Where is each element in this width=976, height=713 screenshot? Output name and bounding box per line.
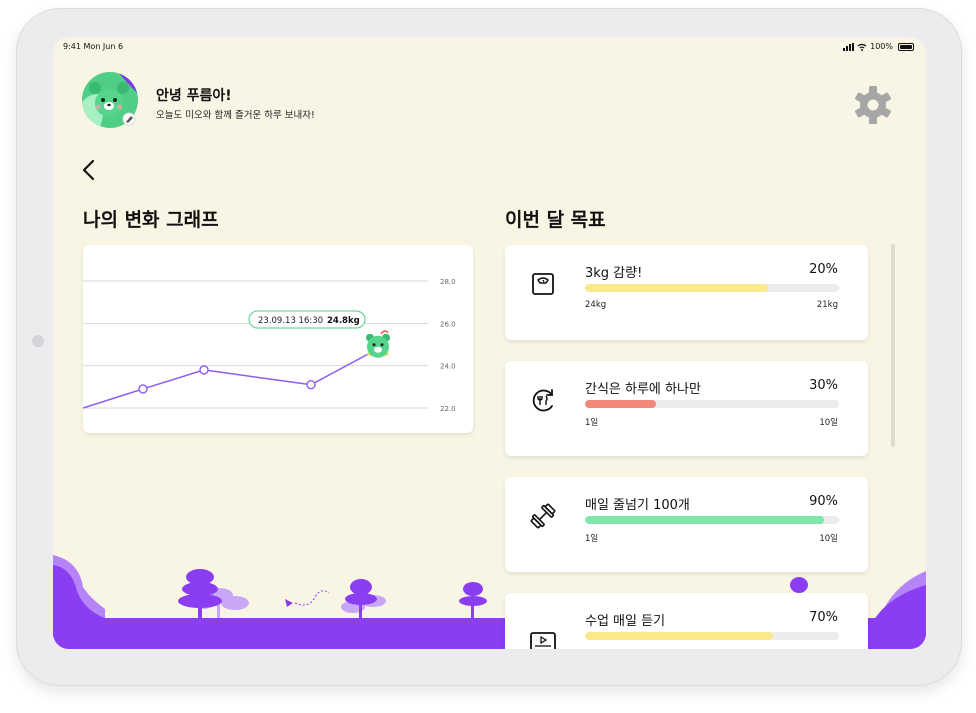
- battery-icon: [898, 42, 914, 51]
- goal-percent: 90%: [809, 494, 838, 509]
- line-chart: 28.0 26.0 24.0 22.0 23.09.13 16:30 24.8kg: [82, 278, 456, 413]
- video-lesson-icon: [530, 632, 556, 649]
- goal-title: 3kg 감량!: [585, 266, 643, 281]
- goal-card[interactable]: 간식은 하루에 하나만 30% 1일 10일: [505, 361, 868, 456]
- tooltip-value: 24.8kg: [327, 316, 360, 326]
- gear-icon[interactable]: [853, 85, 893, 125]
- status-date: Mon Jun 6: [83, 42, 124, 51]
- goal-progress-bar: [585, 284, 839, 292]
- avatar[interactable]: [82, 72, 138, 128]
- goal-title: 수업 매일 듣기: [585, 614, 666, 629]
- app-screen: 9:41 Mon Jun 6 100% 안녕 푸름아! 오늘도 미오와 함께 즐…: [53, 37, 926, 649]
- data-point: [199, 365, 209, 375]
- y-tick-label: 22.0: [440, 405, 456, 413]
- goal-progress-fill: [585, 400, 657, 408]
- status-right: 100%: [843, 42, 914, 51]
- y-tick-label: 26.0: [440, 320, 456, 328]
- camera-dot: [32, 335, 44, 347]
- goal-end-label: 10일: [819, 418, 838, 428]
- snack-clock-icon: [532, 389, 553, 412]
- goal-percent: 20%: [809, 262, 838, 277]
- goal-card[interactable]: 3kg 감량! 20% 24kg 21kg: [505, 245, 868, 340]
- graph-card: 28.0 26.0 24.0 22.0 23.09.13 16:30 24.8kg: [82, 245, 473, 433]
- goal-percent: 30%: [809, 378, 838, 393]
- goal-title: 간식은 하루에 하나만: [585, 382, 701, 397]
- back-chevron-icon[interactable]: [79, 157, 99, 183]
- signal-icon: [843, 42, 855, 51]
- status-time: 9:41: [63, 42, 81, 51]
- status-bar: 9:41 Mon Jun 6 100%: [63, 42, 914, 54]
- goal-progress-fill: [585, 284, 768, 292]
- y-tick-label: 28.0: [440, 278, 456, 286]
- goals-section-title: 이번 달 목표: [505, 209, 606, 231]
- goal-start-label: 1일: [585, 418, 599, 428]
- mascot-marker: [366, 330, 390, 358]
- scale-icon: [532, 273, 554, 295]
- greeting-subtitle: 오늘도 미오와 함께 즐거운 하루 보내자!: [156, 110, 315, 121]
- battery-text: 100%: [870, 42, 893, 51]
- goal-title: 매일 줄넘기 100개: [585, 498, 690, 513]
- data-point: [138, 384, 148, 394]
- goal-start-label: 24kg: [585, 300, 607, 310]
- goal-percent: 70%: [809, 610, 838, 625]
- wifi-icon: [857, 43, 867, 51]
- data-point: [306, 380, 316, 390]
- goal-progress-bar: [585, 632, 839, 640]
- goal-card[interactable]: 수업 매일 듣기 70%: [505, 593, 868, 649]
- greeting-title: 안녕 푸름아!: [156, 88, 232, 104]
- y-tick-label: 24.0: [440, 363, 456, 371]
- graph-section-title: 나의 변화 그래프: [83, 209, 219, 231]
- scrollbar[interactable]: [891, 244, 895, 447]
- series-line: [82, 348, 379, 409]
- goal-progress-fill: [585, 632, 773, 640]
- goal-progress-bar: [585, 400, 839, 408]
- goal-end-label: 21kg: [816, 300, 838, 310]
- tooltip-date: 23.09.13 16:30: [258, 316, 323, 326]
